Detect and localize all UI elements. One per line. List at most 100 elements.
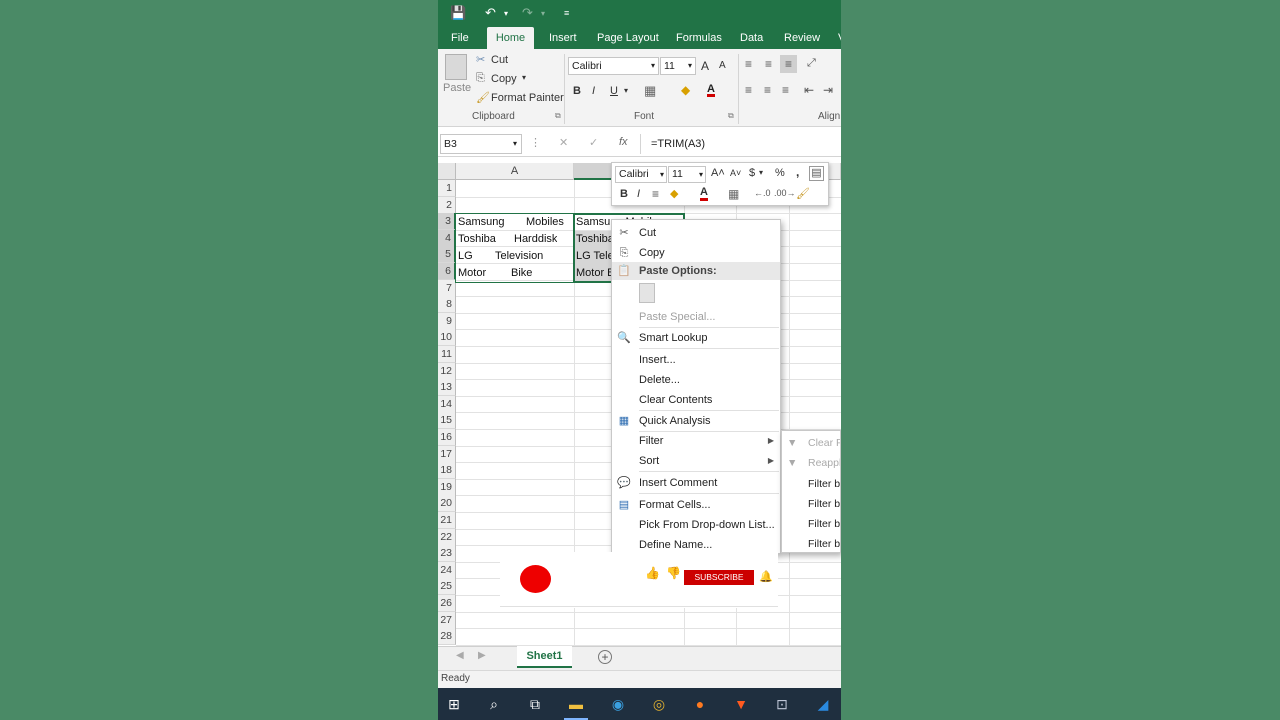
column-header-a[interactable]: A	[456, 163, 574, 180]
row-header[interactable]: 21	[438, 512, 456, 529]
align-middle-icon[interactable]: ≡	[765, 57, 772, 71]
scroll-left-icon[interactable]: ◀	[456, 650, 464, 661]
row-header[interactable]: 6	[438, 263, 456, 280]
row-header[interactable]: 17	[438, 445, 456, 463]
paste-icon[interactable]	[445, 54, 467, 80]
row-header[interactable]: 15	[438, 412, 456, 430]
menu-item-filter[interactable]: Filter ▶	[612, 431, 780, 451]
orientation-icon[interactable]: ⤢	[807, 57, 816, 70]
bold-button[interactable]: B	[573, 85, 581, 97]
bell-icon[interactable]: 🔔	[759, 570, 773, 583]
menu-item-insert-comment[interactable]: 💬 Insert Comment	[612, 473, 780, 493]
subscribe-button[interactable]: SUBSCRIBE	[684, 570, 754, 585]
decrease-indent-icon[interactable]: ⇤	[804, 83, 814, 97]
copy-button[interactable]: Copy	[491, 73, 517, 85]
increase-decimal-icon[interactable]: ←.0	[754, 188, 771, 198]
name-box[interactable]: B3 ▾	[440, 134, 522, 154]
tab-insert[interactable]: Insert	[541, 27, 585, 49]
mini-fill-color-icon[interactable]: ◆	[670, 187, 678, 200]
like-icon[interactable]: 👍	[645, 566, 660, 580]
align-top-icon[interactable]: ≡	[745, 57, 752, 71]
font-name-box[interactable]: Calibri ▾	[568, 57, 659, 75]
row-header[interactable]: 19	[438, 478, 456, 496]
formula-input[interactable]: =TRIM(A3)	[640, 134, 841, 154]
windows-start-icon[interactable]: ⊞	[444, 694, 464, 714]
chrome-icon[interactable]: ◎	[649, 694, 669, 714]
scroll-right-icon[interactable]: ▶	[478, 650, 486, 661]
row-header[interactable]: 1	[438, 180, 456, 197]
row-header[interactable]: 27	[438, 611, 456, 629]
menu-item-clear-contents[interactable]: Clear Contents	[612, 390, 780, 410]
menu-item-paste-special[interactable]: Paste Special...	[612, 307, 780, 327]
font-color-button[interactable]: A	[707, 84, 715, 97]
dislike-icon[interactable]: 👎	[666, 566, 681, 580]
underline-button[interactable]: U	[610, 85, 618, 97]
row-header[interactable]: 2	[438, 196, 456, 214]
edge-icon[interactable]: ◉	[608, 694, 628, 714]
menu-item-sort[interactable]: Sort ▶	[612, 451, 780, 471]
row-header[interactable]: 28	[438, 628, 456, 646]
network-app-icon[interactable]: ⊡	[772, 694, 792, 714]
row-header[interactable]: 16	[438, 429, 456, 446]
align-center-icon[interactable]: ≡	[764, 83, 771, 97]
tab-review[interactable]: Review	[776, 27, 828, 49]
format-table-icon[interactable]: ▤	[809, 166, 824, 181]
undo-dropdown-icon[interactable]: ▾	[504, 9, 508, 18]
task-view-icon[interactable]: ⧉	[525, 694, 545, 714]
enter-icon[interactable]: ✓	[589, 136, 598, 149]
mini-font-name[interactable]: Calibri ▾	[615, 166, 667, 183]
mini-currency-button[interactable]: $	[749, 167, 755, 179]
mini-shrink-font-icon[interactable]: A˅	[730, 168, 741, 178]
menu-item-quick-analysis[interactable]: ▦ Quick Analysis	[612, 411, 780, 431]
align-bottom-icon[interactable]: ≡	[780, 55, 797, 73]
cancel-icon[interactable]: ✕	[559, 136, 568, 149]
increase-indent-icon[interactable]: ⇥	[823, 83, 833, 97]
cut-button[interactable]: Cut	[491, 54, 508, 66]
add-sheet-icon[interactable]: +	[598, 650, 612, 664]
menu-item-cut[interactable]: ✂ Cut	[612, 223, 780, 243]
row-header[interactable]: 14	[438, 395, 456, 413]
menu-item-pick-from-list[interactable]: Pick From Drop-down List...	[612, 515, 780, 535]
mini-comma-button[interactable]: ,	[796, 165, 799, 179]
mini-italic-button[interactable]: I	[637, 188, 640, 200]
align-right-icon[interactable]: ≡	[782, 83, 789, 97]
mini-grow-font-icon[interactable]: A˄	[711, 167, 725, 179]
menu-item-delete[interactable]: Delete...	[612, 370, 780, 390]
row-header[interactable]: 7	[438, 279, 456, 297]
paste-icon[interactable]	[639, 283, 655, 303]
submenu-item-clear-filter[interactable]: ▼Clear Fi	[782, 433, 840, 453]
row-header[interactable]: 3	[438, 213, 456, 231]
row-header[interactable]: 20	[438, 495, 456, 513]
submenu-item-filter-by-font-color[interactable]: Filter by	[782, 514, 840, 534]
decrease-decimal-icon[interactable]: .00→	[774, 188, 796, 198]
row-header[interactable]: 11	[438, 346, 456, 363]
menu-item-smart-lookup[interactable]: 🔍 Smart Lookup	[612, 328, 780, 348]
firefox-icon[interactable]: ●	[690, 694, 710, 714]
tab-formulas[interactable]: Formulas	[668, 27, 730, 49]
menu-item-insert[interactable]: Insert...	[612, 350, 780, 370]
borders-icon[interactable]: ▦	[644, 83, 656, 99]
mini-center-icon[interactable]: ≡	[652, 187, 659, 201]
select-all-corner[interactable]	[438, 163, 456, 180]
format-painter-button[interactable]: Format Painter	[491, 92, 564, 104]
row-header[interactable]: 12	[438, 362, 456, 380]
row-header[interactable]: 24	[438, 561, 456, 579]
submenu-item-filter-by-icon[interactable]: Filter by	[782, 534, 840, 552]
row-header[interactable]: 22	[438, 528, 456, 546]
save-icon[interactable]: 💾	[450, 5, 466, 21]
underline-dropdown-icon[interactable]: ▾	[624, 86, 628, 95]
tab-data[interactable]: Data	[732, 27, 771, 49]
submenu-item-filter-by-color[interactable]: Filter by	[782, 494, 840, 514]
row-header[interactable]: 13	[438, 379, 456, 397]
sheet-tab-sheet1[interactable]: Sheet1	[517, 646, 572, 668]
customize-qat-icon[interactable]: ≡	[564, 8, 569, 18]
tab-home[interactable]: Home	[487, 27, 534, 49]
submenu-item-reapply[interactable]: ▼Reapply	[782, 453, 840, 473]
submenu-item-filter-by-value[interactable]: Filter by	[782, 474, 840, 494]
row-header[interactable]: 10	[438, 329, 456, 347]
align-left-icon[interactable]: ≡	[745, 83, 752, 97]
redo-dropdown-icon[interactable]: ▾	[541, 9, 545, 18]
row-header[interactable]: 9	[438, 312, 456, 330]
grow-font-button[interactable]: A	[701, 59, 709, 73]
font-launcher-icon[interactable]: ⧉	[728, 111, 734, 121]
